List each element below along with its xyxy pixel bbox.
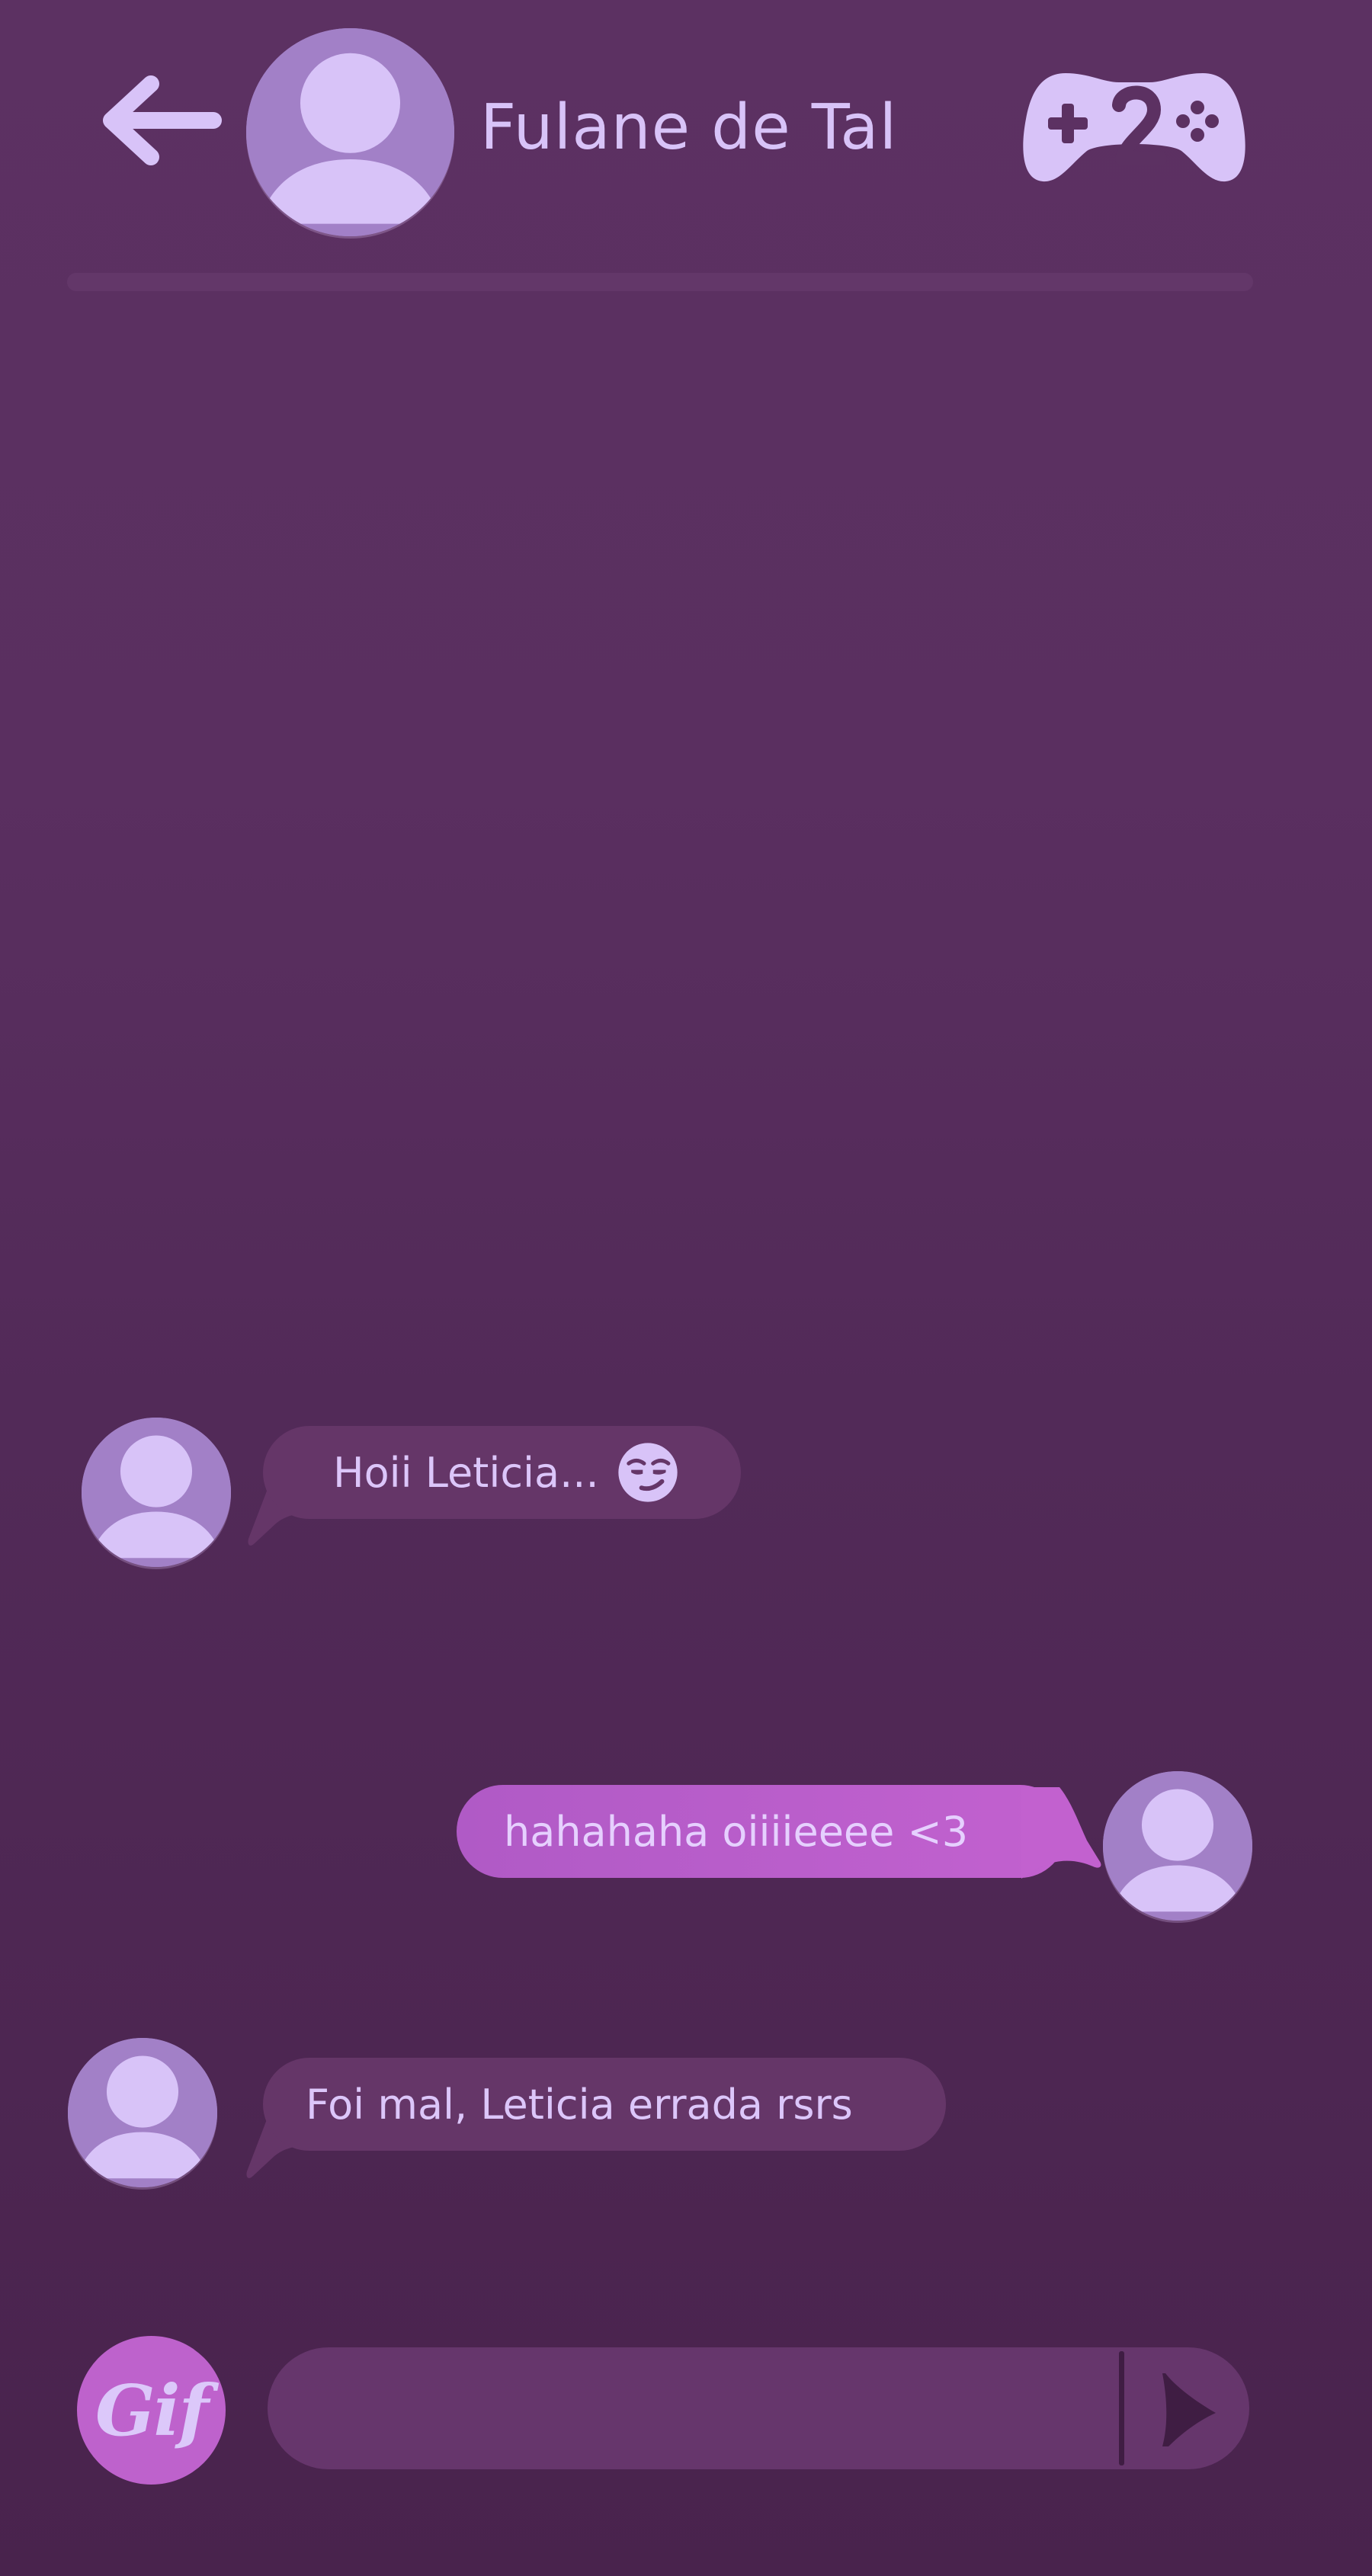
user-avatar-icon (1103, 1771, 1252, 1921)
contact-name[interactable]: Fulane de Tal (480, 91, 897, 164)
message-bubble-outgoing: hahahaha oiiiieeee <3 (457, 1785, 1066, 1878)
header-divider (67, 273, 1253, 291)
smirk-emoji-icon (618, 1443, 678, 1502)
game-button[interactable] (1020, 66, 1249, 187)
input-divider (1119, 2351, 1124, 2465)
message-text: Foi mal, Leticia errada rsrs (306, 2080, 853, 2129)
message-composer (268, 2347, 1249, 2469)
back-button[interactable] (98, 73, 227, 172)
sender-avatar[interactable] (82, 1418, 231, 1567)
arrow-left-icon (103, 75, 222, 165)
user-avatar-icon (68, 2038, 217, 2187)
sender-avatar[interactable] (68, 2038, 217, 2187)
chat-header: Fulane de Tal (0, 0, 1372, 305)
message-input[interactable] (306, 2363, 1109, 2456)
bubble-tail (1021, 1787, 1101, 1879)
message-bubble-incoming: Foi mal, Leticia errada rsrs (263, 2058, 946, 2151)
send-arrow-icon (1162, 2373, 1216, 2446)
user-avatar-icon (246, 28, 454, 236)
gamepad-2-icon (1023, 73, 1245, 182)
send-button[interactable] (1152, 2370, 1228, 2446)
gif-label: Gif (95, 2369, 209, 2452)
own-avatar[interactable] (1103, 1771, 1252, 1921)
message-text: hahahaha oiiiieeee <3 (504, 1807, 969, 1856)
message-bubble-incoming: Hoii Leticia... (263, 1426, 741, 1519)
user-avatar-icon (82, 1418, 231, 1567)
message-text: Hoii Leticia... (333, 1448, 599, 1497)
contact-avatar[interactable] (246, 28, 454, 236)
gif-button[interactable]: Gif (77, 2336, 226, 2485)
